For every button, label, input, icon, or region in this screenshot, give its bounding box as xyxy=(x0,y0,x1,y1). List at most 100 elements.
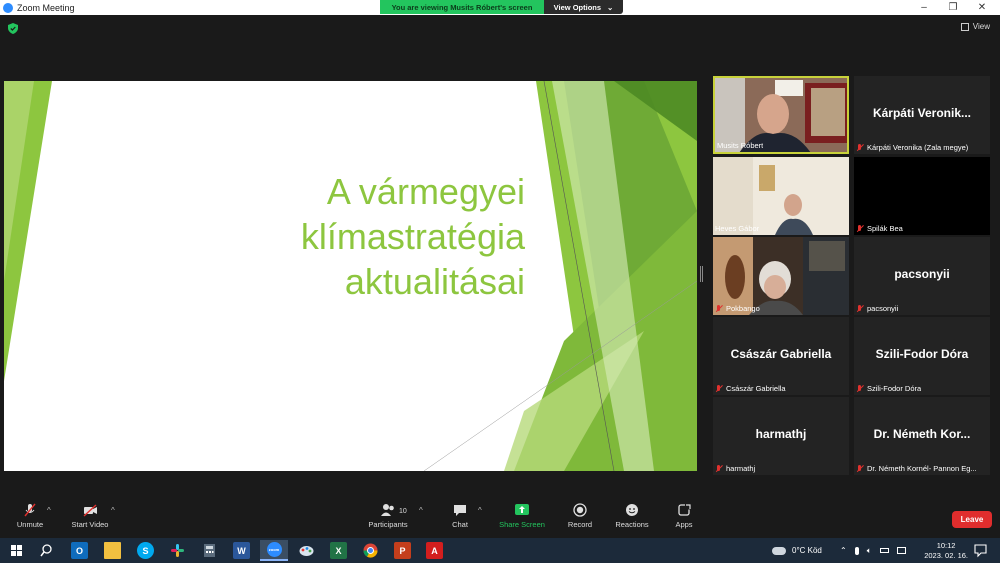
weather-widget[interactable]: 0°C Köd xyxy=(772,538,822,563)
cloud-icon xyxy=(772,546,786,555)
video-tile[interactable]: pacsonyii pacsonyii xyxy=(854,237,990,315)
participant-name: Szili-Fodor Dóra xyxy=(867,384,922,393)
apps-button[interactable]: Apps xyxy=(654,503,714,529)
excel-icon[interactable]: X xyxy=(330,542,347,559)
calculator-icon[interactable] xyxy=(201,542,218,559)
file-explorer-icon[interactable] xyxy=(104,542,121,559)
apps-icon xyxy=(678,503,691,516)
reactions-button[interactable]: Reactions xyxy=(602,503,662,529)
zoom-taskbar-icon[interactable]: zoom xyxy=(260,540,288,561)
microphone-icon[interactable] xyxy=(854,546,859,555)
participants-options-caret[interactable]: ^ xyxy=(419,506,423,515)
taskbar-clock[interactable]: 10:12 2023. 02. 16. xyxy=(924,541,968,561)
unmute-button[interactable]: Unmute xyxy=(0,503,60,529)
maximize-button[interactable]: ❐ xyxy=(939,0,967,15)
mic-muted-icon xyxy=(715,304,723,313)
chevron-down-icon: ⌄ xyxy=(607,2,614,12)
encryption-shield-icon[interactable] xyxy=(8,23,18,34)
participant-name: Spilák Bea xyxy=(867,224,903,233)
participants-button[interactable]: Participants xyxy=(358,503,418,529)
network-icon[interactable] xyxy=(896,547,906,554)
participant-label: Pokbango xyxy=(715,304,760,313)
participant-name: harmathj xyxy=(726,464,756,473)
participants-label: Participants xyxy=(368,520,408,529)
participants-count: 10 xyxy=(399,508,407,515)
weather-text: 0°C Köd xyxy=(792,546,822,555)
chat-label: Chat xyxy=(452,520,468,529)
leave-button[interactable]: Leave xyxy=(952,511,992,528)
video-options-caret[interactable]: ^ xyxy=(111,506,115,515)
video-tile[interactable]: Spilák Bea xyxy=(854,157,990,235)
participant-label: Császár Gabriella xyxy=(715,384,786,393)
mic-muted-icon xyxy=(856,224,864,233)
participants-icon xyxy=(381,504,394,516)
video-tile[interactable]: Császár Gabriella Császár Gabriella xyxy=(713,317,849,395)
skype-icon[interactable]: S xyxy=(137,542,154,559)
windows-taskbar: O S W zoom X P A 0°C Köd ⌃ 🔈︎ 10:12 2023… xyxy=(0,538,1000,563)
zoom-logo-icon xyxy=(3,2,13,13)
participant-display-name: Dr. Németh Kor... xyxy=(873,427,971,441)
windows-start-icon[interactable] xyxy=(8,542,25,559)
share-screen-label: Share Screen xyxy=(499,520,545,529)
system-tray[interactable]: ⌃ 🔈︎ xyxy=(840,538,906,563)
clock-date: 2023. 02. 16. xyxy=(924,551,968,560)
video-tile[interactable]: Szili-Fodor Dóra Szili-Fodor Dóra xyxy=(854,317,990,395)
slack-icon[interactable] xyxy=(169,542,186,559)
reactions-smiley-icon xyxy=(626,504,638,516)
share-screen-button[interactable]: Share Screen xyxy=(492,503,552,529)
minimize-button[interactable]: – xyxy=(910,0,938,15)
participant-label: Szili-Fodor Dóra xyxy=(856,384,921,393)
mic-muted-icon xyxy=(856,143,864,152)
mic-muted-icon xyxy=(715,384,723,393)
video-tile[interactable]: Heves Gábor xyxy=(713,157,849,235)
slide-title-line: A vármegyei xyxy=(326,171,525,212)
chrome-icon[interactable] xyxy=(362,542,379,559)
video-tile[interactable]: Kárpáti Veronik... Kárpáti Veronika (Zal… xyxy=(854,76,990,154)
video-tile[interactable]: Musits Róbert xyxy=(713,76,849,154)
grid-icon xyxy=(960,22,969,31)
search-icon[interactable] xyxy=(38,542,55,559)
mic-muted-icon xyxy=(856,384,864,393)
mic-muted-icon xyxy=(856,464,864,473)
participant-display-name: harmathj xyxy=(755,427,807,441)
chevron-up-icon[interactable]: ⌃ xyxy=(840,546,847,555)
splitter-handle[interactable] xyxy=(700,266,703,282)
audio-options-caret[interactable]: ^ xyxy=(47,506,51,515)
chat-options-caret[interactable]: ^ xyxy=(478,506,482,515)
participant-label: Kárpáti Veronika (Zala megye) xyxy=(856,143,968,152)
participant-name: Musits Róbert xyxy=(717,141,764,150)
participant-name: Kárpáti Veronika (Zala megye) xyxy=(867,143,969,152)
mic-muted-icon xyxy=(856,304,864,313)
participant-display-name: pacsonyii xyxy=(894,267,950,281)
powerpoint-icon[interactable]: P xyxy=(394,542,411,559)
paint-icon[interactable] xyxy=(298,542,315,559)
participant-label: Musits Róbert xyxy=(717,141,763,150)
record-label: Record xyxy=(567,520,593,529)
video-tile[interactable]: harmathj harmathj xyxy=(713,397,849,475)
view-button[interactable]: View xyxy=(960,22,990,31)
acrobat-icon[interactable]: A xyxy=(426,542,443,559)
battery-icon[interactable] xyxy=(879,548,889,553)
share-banner: You are viewing Musits Róbert's screen V… xyxy=(380,0,623,14)
volume-icon[interactable]: 🔈︎ xyxy=(867,546,872,556)
zoom-app-label: zoom xyxy=(266,542,282,557)
unmute-label: Unmute xyxy=(16,520,44,529)
outlook-icon[interactable]: O xyxy=(71,542,88,559)
participant-display-name: Császár Gabriella xyxy=(730,347,832,361)
share-banner-message: You are viewing Musits Róbert's screen xyxy=(380,0,544,14)
clock-time: 10:12 xyxy=(936,541,956,550)
video-tile[interactable]: Dr. Németh Kor... Dr. Németh Kornél- Pan… xyxy=(854,397,990,475)
notifications-icon[interactable] xyxy=(972,542,989,559)
close-button[interactable]: ✕ xyxy=(968,0,996,15)
participant-name: Dr. Németh Kornél- Pannon Eg... xyxy=(867,464,977,473)
microphone-muted-icon xyxy=(24,503,36,517)
participant-label: pacsonyii xyxy=(856,304,898,313)
record-button[interactable]: Record xyxy=(550,503,610,529)
view-options-button[interactable]: View Options ⌄ xyxy=(544,0,623,14)
participant-display-name: Kárpáti Veronik... xyxy=(872,106,972,120)
participant-name: Császár Gabriella xyxy=(726,384,786,393)
video-tile[interactable]: Pokbango xyxy=(713,237,849,315)
word-icon[interactable]: W xyxy=(233,542,250,559)
slide-title-line: aktualitásai xyxy=(344,261,525,302)
slide-title: A vármegyei klímastratégia aktualitásai xyxy=(301,169,525,304)
